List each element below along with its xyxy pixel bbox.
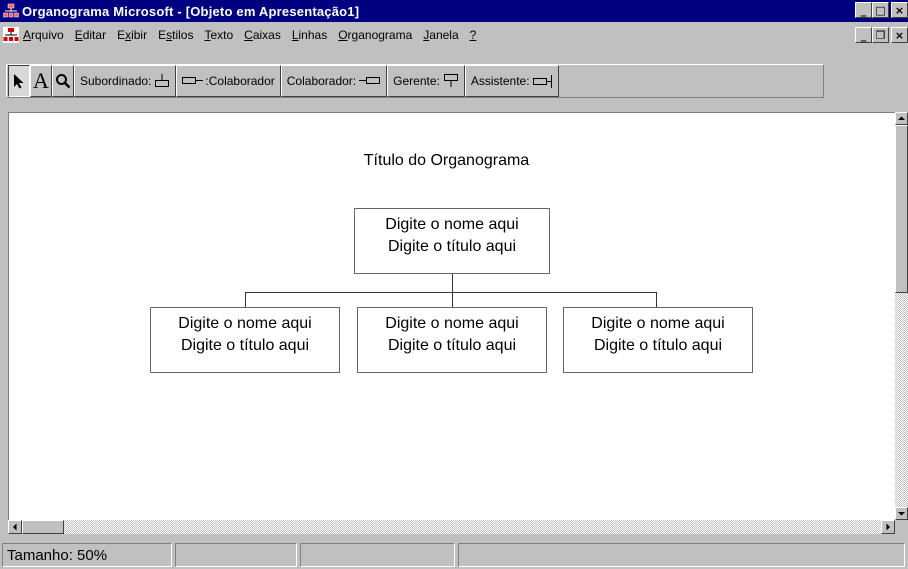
- child-box[interactable]: Digite o nome aqui Digite o título aqui: [357, 307, 547, 373]
- child-box[interactable]: Digite o nome aqui Digite o título aqui: [563, 307, 753, 373]
- child-3-connector-line: [656, 292, 657, 308]
- right-colleague-box-button[interactable]: Colaborador:: [280, 65, 388, 97]
- scroll-up-button[interactable]: [895, 112, 908, 125]
- text-tool-label: A: [33, 68, 49, 93]
- child-title: Digite o título aqui: [593, 337, 723, 354]
- menu-caixas[interactable]: Caixas: [244, 28, 281, 42]
- arrow-up-icon: [898, 116, 905, 120]
- zoom-status: Tamanho: 50%: [2, 543, 172, 567]
- org-chart-app-icon[interactable]: [3, 3, 19, 19]
- left-colleague-box-button[interactable]: :Colaborador: [176, 65, 281, 97]
- doc-restore-button[interactable]: ❐: [872, 27, 889, 43]
- arrow-left-icon: [13, 523, 17, 531]
- doc-minimize-button[interactable]: _: [855, 27, 872, 43]
- menu-janela[interactable]: Janela: [423, 28, 458, 42]
- scroll-left-button[interactable]: [8, 520, 22, 534]
- menu-linhas[interactable]: Linhas: [292, 28, 327, 42]
- subordinate-box-button[interactable]: Subordinado:: [74, 65, 177, 97]
- left-colleague-shape-icon: [182, 77, 204, 84]
- minimize-button[interactable]: _: [855, 2, 872, 18]
- child-title: Digite o título aqui: [180, 337, 310, 354]
- status-pane-3: [299, 543, 455, 567]
- chart-title[interactable]: Título do Organograma: [9, 152, 884, 170]
- magnifier-icon: [56, 74, 71, 89]
- window-title: Organograma Microsoft - [Objeto em Apres…: [22, 3, 360, 19]
- root-connector-line: [452, 274, 453, 292]
- child-name: Digite o nome aqui: [385, 315, 519, 332]
- maximize-button[interactable]: □: [872, 2, 889, 18]
- assistant-shape-icon: [532, 75, 552, 88]
- status-pane-4: [457, 543, 905, 567]
- sibling-connector-line: [245, 292, 656, 293]
- child-name: Digite o nome aqui: [178, 315, 312, 332]
- horizontal-scrollbar[interactable]: [8, 520, 895, 534]
- close-button[interactable]: ×: [891, 2, 908, 18]
- manager-shape-icon: [443, 74, 458, 87]
- doc-close-button[interactable]: ×: [891, 27, 908, 43]
- menu-editar[interactable]: Editar: [75, 28, 106, 42]
- pointer-arrow-icon: [14, 74, 24, 89]
- document-window-controls: _ ❐ ×: [855, 27, 908, 43]
- text-tool-button[interactable]: A: [30, 65, 52, 97]
- status-pane-2: [174, 543, 297, 567]
- assistant-box-button[interactable]: Assistente:: [464, 65, 559, 97]
- child-box[interactable]: Digite o nome aqui Digite o título aqui: [150, 307, 340, 373]
- menu-texto[interactable]: Texto: [204, 28, 233, 42]
- arrow-right-icon: [886, 523, 890, 531]
- arrow-down-icon: [898, 512, 905, 516]
- child-name: Digite o nome aqui: [591, 315, 725, 332]
- child-title: Digite o título aqui: [387, 337, 517, 354]
- vertical-scrollbar[interactable]: [895, 112, 908, 520]
- document-control-icon[interactable]: [3, 27, 19, 43]
- right-colleague-shape-icon: [359, 77, 381, 84]
- scrollbar-corner: [895, 520, 908, 534]
- chart-canvas[interactable]: Título do Organograma Digite o nome aqui…: [8, 112, 895, 520]
- subordinate-label: Subordinado:: [80, 74, 152, 88]
- root-box[interactable]: Digite o nome aqui Digite o título aqui: [354, 208, 550, 274]
- window-controls: _ □ ×: [855, 2, 908, 18]
- manager-label: Gerente:: [393, 74, 440, 88]
- subordinate-shape-icon: [155, 74, 170, 87]
- vertical-scroll-thumb[interactable]: [895, 125, 908, 293]
- scroll-down-button[interactable]: [895, 507, 908, 520]
- select-tool-button[interactable]: [8, 65, 30, 97]
- child-2-connector-line: [452, 292, 453, 308]
- menu-arquivo[interactable]: Arquivo: [23, 28, 64, 42]
- assistant-label: Assistente:: [470, 74, 530, 88]
- menu-help[interactable]: ?: [470, 28, 477, 42]
- manager-box-button[interactable]: Gerente:: [387, 65, 465, 97]
- menu-bar: Arquivo Editar Exibir Estilos Texto Caix…: [0, 24, 908, 46]
- menu-exibir[interactable]: Exibir: [117, 28, 147, 42]
- scroll-right-button[interactable]: [881, 520, 895, 534]
- zoom-tool-button[interactable]: [52, 65, 74, 97]
- right-colleague-label: Colaborador:: [286, 74, 357, 88]
- child-1-connector-line: [245, 292, 246, 308]
- toolbar: A Subordinado: :Colaborador Colaborador:…: [8, 65, 559, 97]
- left-colleague-label: :Colaborador: [205, 74, 275, 88]
- horizontal-scroll-thumb[interactable]: [22, 520, 64, 534]
- status-bar: Tamanho: 50%: [0, 541, 908, 569]
- root-title: Digite o título aqui: [387, 238, 517, 255]
- title-bar: Organograma Microsoft - [Objeto em Apres…: [0, 0, 908, 22]
- menu-estilos[interactable]: Estilos: [158, 28, 193, 42]
- root-name: Digite o nome aqui: [385, 216, 519, 233]
- menu-organograma[interactable]: Organograma: [338, 28, 412, 42]
